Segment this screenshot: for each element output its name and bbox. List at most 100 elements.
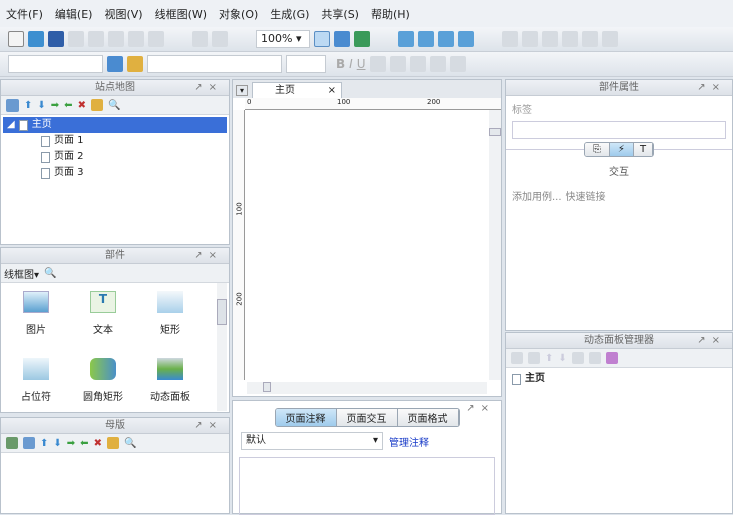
close-tab-icon[interactable]: × — [328, 83, 336, 98]
move-down-icon[interactable]: ⬇ — [558, 353, 566, 364]
contain-select-icon[interactable] — [334, 31, 350, 47]
align-right-icon[interactable] — [409, 56, 426, 72]
widget-dynamic-panel[interactable]: 动态面板 — [140, 358, 200, 403]
arrow-style-icon[interactable] — [582, 31, 598, 47]
notes-select[interactable]: 默认 ▾ — [241, 432, 383, 450]
line-style-icon[interactable] — [562, 31, 578, 47]
font-select[interactable] — [147, 55, 282, 73]
format-painter-icon[interactable] — [192, 31, 208, 47]
new-file-icon[interactable] — [8, 31, 24, 47]
panel-controls[interactable]: ↗× — [194, 418, 223, 434]
tree-item-page[interactable]: 页面 3 — [3, 165, 227, 181]
outdent-icon[interactable]: ⬅ — [64, 100, 72, 111]
widgets-scrollbar[interactable] — [217, 283, 227, 411]
tab-page-notes[interactable]: 页面注释 — [275, 409, 337, 426]
widget-text[interactable]: T 文本 — [73, 291, 133, 336]
menu-edit[interactable]: 编辑(E) — [55, 6, 93, 22]
zoom-select[interactable]: 100% ▾ — [256, 30, 310, 48]
panel-controls[interactable]: ↗× — [697, 333, 726, 349]
undo-icon[interactable] — [128, 31, 144, 47]
cut-icon[interactable] — [68, 31, 84, 47]
indent-icon[interactable]: ➡ — [67, 438, 75, 449]
tab-home[interactable]: 主页 × — [252, 82, 343, 98]
delete-icon[interactable]: ✖ — [78, 100, 86, 111]
edit-state-icon[interactable] — [571, 352, 584, 364]
fill-color-icon[interactable] — [502, 31, 518, 47]
quick-link[interactable]: 快速链接 — [566, 188, 606, 203]
add-case-link[interactable]: 添加用例... — [512, 188, 562, 203]
tab-list-dropdown[interactable]: ▾ — [236, 85, 249, 96]
format-brush-icon[interactable] — [127, 56, 143, 72]
italic-icon[interactable]: I — [349, 57, 353, 71]
duplicate-state-icon[interactable] — [528, 352, 540, 364]
tab-interaction-icon[interactable]: ⚡ — [609, 143, 634, 156]
add-master-icon[interactable] — [6, 437, 18, 449]
tab-page-format[interactable]: 页面格式 — [397, 409, 459, 426]
move-down-icon[interactable]: ⬇ — [53, 438, 61, 449]
delete-state-icon[interactable] — [588, 352, 601, 364]
label-input[interactable] — [512, 121, 726, 139]
save-icon[interactable] — [48, 31, 64, 47]
panel-controls[interactable]: ↗× — [194, 248, 223, 264]
text-color-icon[interactable] — [449, 56, 466, 72]
select-mode-icon[interactable] — [314, 31, 330, 47]
widget-rectangle[interactable]: 矩形 — [140, 291, 200, 336]
line-width-icon[interactable] — [542, 31, 558, 47]
copy-icon[interactable] — [88, 31, 104, 47]
notes-textarea[interactable] — [239, 457, 495, 515]
tree-item-page[interactable]: 页面 1 — [3, 133, 227, 149]
tree-item-page[interactable]: 页面 2 — [3, 149, 227, 165]
dynamic-panel-item[interactable]: 主页 — [512, 371, 726, 387]
move-up-icon[interactable]: ⬆ — [24, 100, 32, 111]
menu-file[interactable]: 文件(F) — [6, 6, 43, 22]
tree-item-home[interactable]: ◢ 主页 — [3, 117, 227, 133]
redo-icon[interactable] — [148, 31, 164, 47]
open-folder-icon[interactable] — [28, 31, 44, 47]
widget-placeholder[interactable]: 占位符 — [6, 358, 66, 403]
menu-wireframe[interactable]: 线框图(W) — [155, 6, 207, 22]
filter-icon[interactable] — [605, 352, 618, 364]
search-icon[interactable]: 🔍 — [44, 268, 56, 279]
panel-controls[interactable]: ↗× — [466, 403, 495, 414]
add-page-icon[interactable] — [6, 98, 19, 112]
rename-icon[interactable] — [90, 99, 103, 111]
tab-annotation-icon[interactable]: ⎘ — [584, 143, 610, 156]
search-icon[interactable]: 🔍 — [124, 438, 136, 449]
tab-format-icon[interactable]: T — [633, 143, 654, 156]
menu-share[interactable]: 共享(S) — [321, 6, 359, 22]
connector-icon[interactable] — [212, 31, 228, 47]
connector-mode-icon[interactable] — [354, 31, 370, 47]
move-up-icon[interactable]: ⬆ — [40, 438, 48, 449]
align-left-icon[interactable] — [369, 56, 386, 72]
canvas-vscroll[interactable] — [489, 110, 501, 380]
style-edit-icon[interactable] — [107, 56, 123, 72]
widget-rounded-rect[interactable]: 圆角矩形 — [73, 358, 133, 403]
library-select[interactable]: 线框图▾ — [4, 266, 39, 281]
move-down-icon[interactable]: ⬇ — [37, 100, 45, 111]
underline-icon[interactable]: U — [357, 57, 366, 71]
rename-icon[interactable] — [106, 437, 119, 449]
align-icon[interactable] — [602, 31, 618, 47]
delete-icon[interactable]: ✖ — [94, 438, 102, 449]
style-select[interactable] — [8, 55, 103, 73]
bring-front-icon[interactable] — [438, 31, 454, 47]
ungroup-icon[interactable] — [418, 31, 434, 47]
move-up-icon[interactable]: ⬆ — [545, 353, 553, 364]
menu-view[interactable]: 视图(V) — [104, 6, 142, 22]
line-color-icon[interactable] — [522, 31, 538, 47]
tab-page-interactions[interactable]: 页面交互 — [336, 409, 398, 426]
bold-icon[interactable]: B — [336, 57, 345, 71]
menu-object[interactable]: 对象(O) — [219, 6, 258, 22]
bullet-icon[interactable] — [429, 56, 446, 72]
menu-generate[interactable]: 生成(G) — [270, 6, 309, 22]
add-folder-icon[interactable] — [23, 437, 35, 449]
send-back-icon[interactable] — [458, 31, 474, 47]
widget-image[interactable]: 图片 — [6, 291, 66, 336]
indent-icon[interactable]: ➡ — [51, 100, 59, 111]
paste-icon[interactable] — [108, 31, 124, 47]
manage-notes-link[interactable]: 管理注释 — [389, 434, 429, 449]
add-state-icon[interactable] — [511, 352, 523, 364]
font-size-select[interactable] — [286, 55, 326, 73]
align-center-icon[interactable] — [389, 56, 406, 72]
panel-controls[interactable]: ↗× — [194, 80, 223, 96]
